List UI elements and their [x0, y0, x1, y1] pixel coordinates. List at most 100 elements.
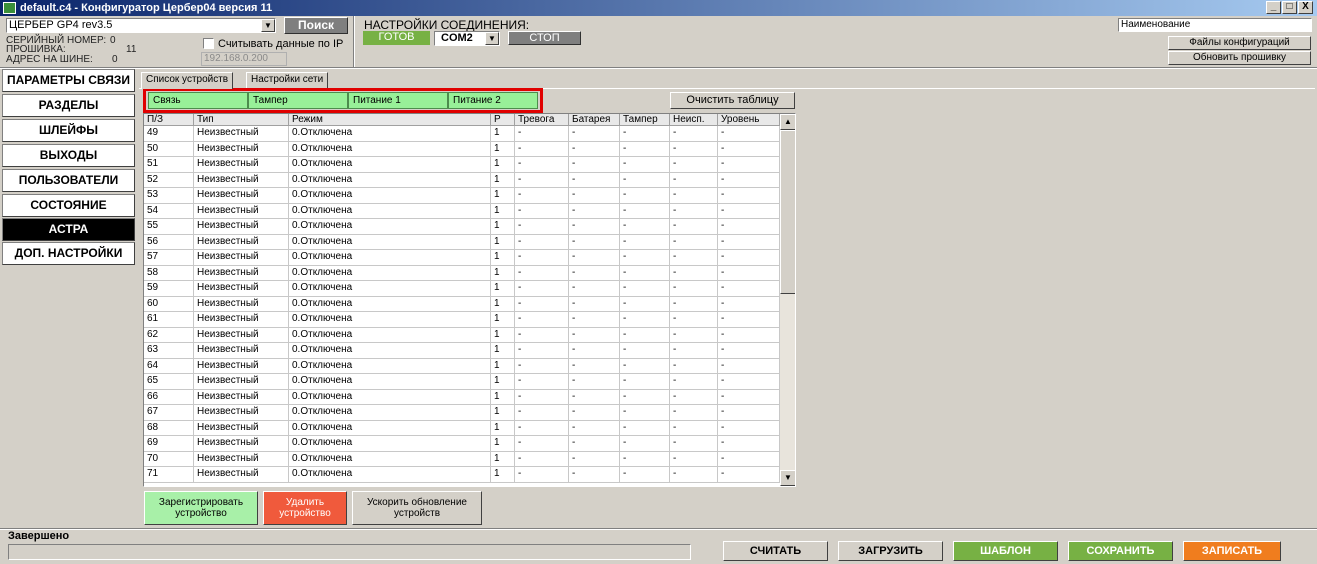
- table-row[interactable]: 49 Неизвестный 0.Отключена 1- - - - -: [144, 126, 780, 142]
- cell-col-type: Неизвестный: [194, 358, 289, 374]
- table-row[interactable]: 58 Неизвестный 0.Отключена 1- - - - -: [144, 265, 780, 281]
- cell-col-tamper: -: [620, 467, 670, 482]
- table-row[interactable]: 55 Неизвестный 0.Отключена 1- - - - -: [144, 219, 780, 235]
- write-button[interactable]: ЗАПИСАТЬ: [1183, 541, 1281, 561]
- table-row[interactable]: 53 Неизвестный 0.Отключена 1- - - - -: [144, 188, 780, 204]
- name-field[interactable]: Наименование: [1118, 18, 1312, 32]
- table-row[interactable]: 60 Неизвестный 0.Отключена 1- - - - -: [144, 296, 780, 312]
- table-row[interactable]: 63 Неизвестный 0.Отключена 1- - - - -: [144, 343, 780, 359]
- nav-outputs[interactable]: ВЫХОДЫ: [2, 144, 135, 167]
- ip-address-field[interactable]: 192.168.0.200: [201, 52, 287, 66]
- cell-col-tamper: -: [620, 265, 670, 281]
- cell-col-pz: 69: [144, 436, 194, 451]
- cell-col-pz: 52: [144, 172, 194, 188]
- cell-col-battery: -: [569, 358, 620, 374]
- cell-col-mode: 0.Отключена: [289, 157, 491, 172]
- table-row[interactable]: 64 Неизвестный 0.Отключена 1- - - - -: [144, 358, 780, 374]
- ready-indicator: ГОТОВ: [363, 31, 430, 45]
- cell-col-pz: 53: [144, 188, 194, 203]
- table-row[interactable]: 52 Неизвестный 0.Отключена 1- - - - -: [144, 172, 780, 188]
- table-row[interactable]: 70 Неизвестный 0.Отключена 1- - - - -: [144, 451, 780, 467]
- scroll-down-icon[interactable]: ▼: [780, 470, 795, 486]
- header-col-pz[interactable]: П/З: [144, 114, 194, 126]
- header-col-battery[interactable]: Батарея: [569, 114, 620, 126]
- table-row[interactable]: 54 Неизвестный 0.Отключена 1- - - - -: [144, 203, 780, 219]
- header-col-level[interactable]: Уровень: [718, 114, 780, 126]
- nav-users[interactable]: ПОЛЬЗОВАТЕЛИ: [2, 169, 135, 192]
- scroll-thumb[interactable]: [780, 130, 795, 294]
- cell-col-type: Неизвестный: [194, 343, 289, 358]
- device-select[interactable]: ЦЕРБЕР GP4 rev3.5 ▼: [6, 18, 276, 33]
- tab-device-list[interactable]: Список устройств: [141, 72, 234, 89]
- cell-col-mode: 0.Отключена: [289, 141, 491, 157]
- clear-table-button[interactable]: Очистить таблицу: [670, 92, 795, 109]
- header-col-type[interactable]: Тип: [194, 114, 289, 126]
- cell-col-pz: 67: [144, 405, 194, 420]
- cell-col-pz: 50: [144, 141, 194, 157]
- header-col-tamper[interactable]: Тампер: [620, 114, 670, 126]
- cell-col-pz: 64: [144, 358, 194, 374]
- cell-col-battery: -: [569, 203, 620, 219]
- minimize-button[interactable]: _: [1266, 1, 1281, 14]
- register-device-button[interactable]: Зарегистрировать устройство: [144, 491, 258, 525]
- table-row[interactable]: 65 Неизвестный 0.Отключена 1- - - - -: [144, 374, 780, 390]
- tab-network-settings[interactable]: Настройки сети: [246, 72, 329, 88]
- nav-loops[interactable]: ШЛЕЙФЫ: [2, 119, 135, 142]
- table-row[interactable]: 56 Неизвестный 0.Отключена 1- - - - -: [144, 234, 780, 250]
- nav-state[interactable]: СОСТОЯНИЕ: [2, 194, 135, 217]
- cell-col-level: -: [718, 234, 780, 250]
- cell-col-level: -: [718, 141, 780, 157]
- cell-col-pz: 59: [144, 281, 194, 296]
- table-row[interactable]: 50 Неизвестный 0.Отключена 1- - - - -: [144, 141, 780, 157]
- cell-col-tamper: -: [620, 157, 670, 172]
- load-button[interactable]: ЗАГРУЗИТЬ: [838, 541, 943, 561]
- header-col-alarm[interactable]: Тревога: [515, 114, 569, 126]
- config-files-button[interactable]: Файлы конфигураций: [1168, 36, 1311, 50]
- speedup-update-button[interactable]: Ускорить обновление устройств: [352, 491, 482, 525]
- cell-col-battery: -: [569, 141, 620, 157]
- table-row[interactable]: 67 Неизвестный 0.Отключена 1- - - - -: [144, 405, 780, 421]
- template-button[interactable]: ШАБЛОН: [953, 541, 1058, 561]
- cell-col-battery: -: [569, 467, 620, 482]
- stop-button[interactable]: СТОП: [508, 31, 581, 45]
- read-button[interactable]: СЧИТАТЬ: [723, 541, 828, 561]
- header-col-unused[interactable]: Неисп.: [670, 114, 718, 126]
- delete-device-button[interactable]: Удалить устройство: [263, 491, 347, 525]
- maximize-button[interactable]: □: [1282, 1, 1297, 14]
- nav-astra[interactable]: АСТРА: [2, 218, 135, 241]
- port-select[interactable]: COM2 ▼: [434, 31, 500, 46]
- nav-connection-params[interactable]: ПАРАМЕТРЫ СВЯЗИ: [2, 69, 135, 92]
- table-row[interactable]: 69 Неизвестный 0.Отключена 1- - - - -: [144, 436, 780, 452]
- header-col-mode[interactable]: Режим: [289, 114, 491, 126]
- table-row[interactable]: 57 Неизвестный 0.Отключена 1- - - - -: [144, 250, 780, 266]
- cell-col-battery: -: [569, 157, 620, 172]
- cell-col-battery: -: [569, 420, 620, 436]
- device-select-value: ЦЕРБЕР GP4 rev3.5: [9, 19, 113, 31]
- table-row[interactable]: 62 Неизвестный 0.Отключена 1- - - - -: [144, 327, 780, 343]
- chevron-down-icon[interactable]: ▼: [261, 19, 275, 32]
- cell-col-tamper: -: [620, 126, 670, 141]
- update-firmware-button[interactable]: Обновить прошивку: [1168, 51, 1311, 65]
- table-row[interactable]: 59 Неизвестный 0.Отключена 1- - - - -: [144, 281, 780, 297]
- cell-col-unused: -: [670, 436, 718, 451]
- save-button[interactable]: СОХРАНИТЬ: [1068, 541, 1173, 561]
- table-row[interactable]: 68 Неизвестный 0.Отключена 1- - - - -: [144, 420, 780, 436]
- table-row[interactable]: 71 Неизвестный 0.Отключена 1- - - - -: [144, 467, 780, 483]
- table-row[interactable]: 66 Неизвестный 0.Отключена 1- - - - -: [144, 389, 780, 405]
- nav-extra-settings[interactable]: ДОП. НАСТРОЙКИ: [2, 242, 135, 265]
- table-row[interactable]: 51 Неизвестный 0.Отключена 1- - - - -: [144, 157, 780, 173]
- nav-partitions[interactable]: РАЗДЕЛЫ: [2, 94, 135, 117]
- table-row[interactable]: 61 Неизвестный 0.Отключена 1- - - - -: [144, 312, 780, 328]
- cell-col-r: 1: [491, 250, 515, 265]
- cell-col-unused: -: [670, 343, 718, 358]
- scroll-up-icon[interactable]: ▲: [780, 114, 795, 130]
- vertical-scrollbar[interactable]: ▲ ▼: [780, 114, 795, 486]
- cell-col-type: Неизвестный: [194, 219, 289, 234]
- close-button[interactable]: X: [1298, 1, 1313, 14]
- cell-col-alarm: -: [515, 265, 569, 281]
- header-col-r[interactable]: Р: [491, 114, 515, 126]
- cell-col-r: 1: [491, 281, 515, 296]
- chevron-down-icon[interactable]: ▼: [485, 32, 499, 45]
- read-ip-checkbox[interactable]: [203, 38, 214, 49]
- search-button[interactable]: Поиск: [284, 17, 348, 34]
